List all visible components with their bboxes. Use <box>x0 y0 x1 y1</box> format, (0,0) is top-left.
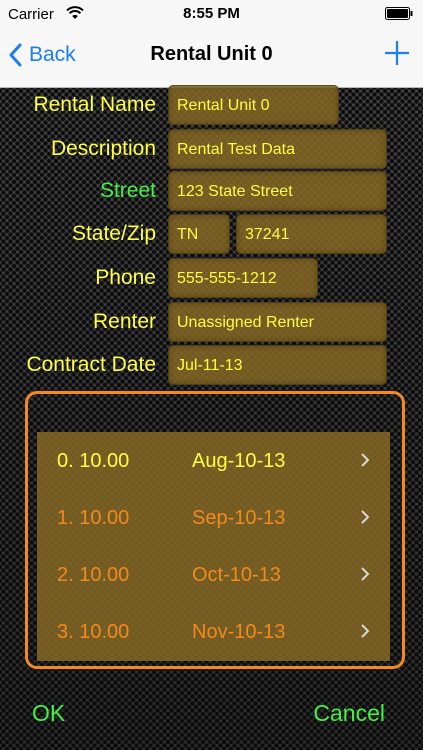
payment-schedule-list[interactable]: 0. 10.00 Aug-10-13 1. 10.00 Sep-10-13 2.… <box>37 432 390 661</box>
description-row: Description Rental Test Data <box>0 129 423 169</box>
schedule-amount: 1. 10.00 <box>57 507 130 529</box>
renter-label: Renter <box>92 310 156 333</box>
chevron-right-icon <box>361 624 370 638</box>
description-label: Description <box>50 137 156 160</box>
renter-row: Renter Unassigned Renter <box>0 302 423 342</box>
contract-date-field[interactable]: Jul-11-13 <box>168 345 387 385</box>
plus-icon[interactable] <box>383 38 411 68</box>
description-field[interactable]: Rental Test Data <box>168 129 387 169</box>
rental-name-row: Rental Name Rental Unit 0 <box>0 85 423 125</box>
schedule-row[interactable]: 3. 10.00 Nov-10-13 <box>37 603 390 660</box>
chevron-left-icon <box>9 43 22 67</box>
schedule-row[interactable]: 2. 10.00 Oct-10-13 <box>37 546 390 603</box>
renter-field[interactable]: Unassigned Renter <box>168 302 387 342</box>
phone-label: Phone <box>95 266 156 289</box>
chevron-right-icon <box>361 567 370 581</box>
contract-date-label: Contract Date <box>26 353 156 376</box>
contract-date-row: Contract Date Jul-11-13 <box>0 345 423 385</box>
battery-icon <box>385 7 413 20</box>
street-row: Street 123 State Street <box>0 171 423 211</box>
schedule-row[interactable]: 0. 10.00 Aug-10-13 <box>37 432 390 489</box>
phone-row: Phone 555-555-1212 <box>0 258 423 298</box>
ok-button[interactable]: OK <box>32 700 65 727</box>
street-label[interactable]: Street <box>100 179 156 203</box>
schedule-date: Nov-10-13 <box>192 621 286 643</box>
zip-field[interactable]: 37241 <box>236 214 387 254</box>
back-button[interactable]: Back <box>8 38 76 72</box>
chevron-right-icon <box>361 510 370 524</box>
rental-name-label: Rental Name <box>33 93 156 116</box>
rental-name-field[interactable]: Rental Unit 0 <box>168 85 339 125</box>
phone-field[interactable]: 555-555-1212 <box>168 258 318 298</box>
navigation-bar: Carrier 8:55 PM Back Rental Unit 0 <box>0 0 423 88</box>
cancel-button[interactable]: Cancel <box>313 700 385 727</box>
schedule-date: Oct-10-13 <box>192 564 281 586</box>
status-bar: Carrier 8:55 PM <box>0 0 423 28</box>
chevron-right-icon <box>361 453 370 467</box>
state-zip-row: State/Zip TN 37241 <box>0 214 423 254</box>
back-label: Back <box>29 43 76 66</box>
schedule-date: Sep-10-13 <box>192 507 286 529</box>
state-zip-label: State/Zip <box>71 222 156 245</box>
schedule-amount: 2. 10.00 <box>57 564 130 586</box>
schedule-row[interactable]: 1. 10.00 Sep-10-13 <box>37 489 390 546</box>
street-field[interactable]: 123 State Street <box>168 171 387 211</box>
state-field[interactable]: TN <box>168 214 230 254</box>
schedule-amount: 0. 10.00 <box>57 450 130 472</box>
status-time: 8:55 PM <box>183 5 240 22</box>
schedule-date: Aug-10-13 <box>192 450 286 472</box>
schedule-amount: 3. 10.00 <box>57 621 130 643</box>
